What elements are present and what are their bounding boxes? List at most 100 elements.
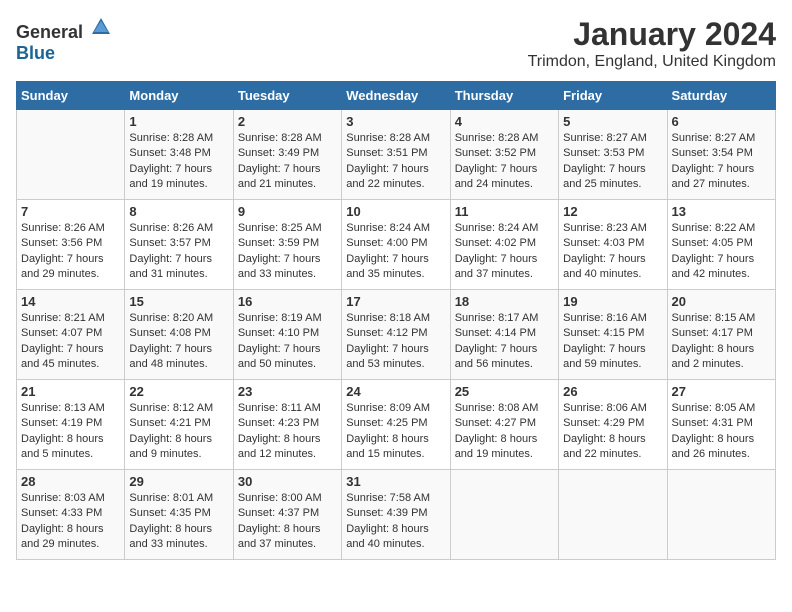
calendar-cell: 22 Sunrise: 8:12 AM Sunset: 4:21 PM Dayli… <box>125 380 233 470</box>
cell-info: Sunrise: 8:01 AM Sunset: 4:35 PM Dayligh… <box>129 491 228 553</box>
calendar-cell: 29 Sunrise: 8:01 AM Sunset: 4:35 PM Dayli… <box>125 470 233 560</box>
day-number: 15 <box>129 294 228 309</box>
logo-blue: Blue <box>16 43 55 63</box>
cell-info: Sunrise: 8:22 AM Sunset: 4:05 PM Dayligh… <box>672 221 771 283</box>
calendar-cell <box>559 470 667 560</box>
title-area: January 2024 Trimdon, England, United Ki… <box>528 16 776 71</box>
header-friday: Friday <box>559 82 667 110</box>
cell-info: Sunrise: 8:05 AM Sunset: 4:31 PM Dayligh… <box>672 401 771 463</box>
header-thursday: Thursday <box>450 82 558 110</box>
cell-info: Sunrise: 8:24 AM Sunset: 4:00 PM Dayligh… <box>346 221 445 283</box>
header-saturday: Saturday <box>667 82 775 110</box>
calendar-week-row: 21 Sunrise: 8:13 AM Sunset: 4:19 PM Dayli… <box>17 380 776 470</box>
calendar-cell: 9 Sunrise: 8:25 AM Sunset: 3:59 PM Daylig… <box>233 200 341 290</box>
header-wednesday: Wednesday <box>342 82 450 110</box>
cell-info: Sunrise: 8:28 AM Sunset: 3:48 PM Dayligh… <box>129 131 228 193</box>
calendar-cell: 27 Sunrise: 8:05 AM Sunset: 4:31 PM Dayli… <box>667 380 775 470</box>
cell-info: Sunrise: 8:27 AM Sunset: 3:53 PM Dayligh… <box>563 131 662 193</box>
calendar-cell: 21 Sunrise: 8:13 AM Sunset: 4:19 PM Dayli… <box>17 380 125 470</box>
day-number: 25 <box>455 384 554 399</box>
calendar-cell: 28 Sunrise: 8:03 AM Sunset: 4:33 PM Dayli… <box>17 470 125 560</box>
cell-info: Sunrise: 8:24 AM Sunset: 4:02 PM Dayligh… <box>455 221 554 283</box>
calendar-cell: 3Sunrise: 8:28 AM Sunset: 3:51 PM Daylig… <box>342 110 450 200</box>
cell-info: Sunrise: 7:58 AM Sunset: 4:39 PM Dayligh… <box>346 491 445 553</box>
day-number: 5 <box>563 114 662 129</box>
day-number: 20 <box>672 294 771 309</box>
cell-info: Sunrise: 8:21 AM Sunset: 4:07 PM Dayligh… <box>21 311 120 373</box>
header: General Blue January 2024 Trimdon, Engla… <box>16 16 776 71</box>
cell-info: Sunrise: 8:26 AM Sunset: 3:56 PM Dayligh… <box>21 221 120 283</box>
day-number: 8 <box>129 204 228 219</box>
header-monday: Monday <box>125 82 233 110</box>
cell-info: Sunrise: 8:25 AM Sunset: 3:59 PM Dayligh… <box>238 221 337 283</box>
calendar-cell: 16 Sunrise: 8:19 AM Sunset: 4:10 PM Dayli… <box>233 290 341 380</box>
day-number: 1 <box>129 114 228 129</box>
cell-info: Sunrise: 8:20 AM Sunset: 4:08 PM Dayligh… <box>129 311 228 373</box>
calendar-cell: 23Sunrise: 8:11 AM Sunset: 4:23 PM Dayli… <box>233 380 341 470</box>
day-number: 24 <box>346 384 445 399</box>
calendar-cell: 5 Sunrise: 8:27 AM Sunset: 3:53 PM Daylig… <box>559 110 667 200</box>
month-title: January 2024 <box>528 16 776 53</box>
calendar-week-row: 14 Sunrise: 8:21 AM Sunset: 4:07 PM Dayli… <box>17 290 776 380</box>
header-tuesday: Tuesday <box>233 82 341 110</box>
day-number: 19 <box>563 294 662 309</box>
day-number: 21 <box>21 384 120 399</box>
calendar-table: SundayMondayTuesdayWednesdayThursdayFrid… <box>16 81 776 560</box>
calendar-cell: 14 Sunrise: 8:21 AM Sunset: 4:07 PM Dayli… <box>17 290 125 380</box>
day-number: 31 <box>346 474 445 489</box>
day-number: 26 <box>563 384 662 399</box>
calendar-cell: 20Sunrise: 8:15 AM Sunset: 4:17 PM Dayli… <box>667 290 775 380</box>
day-number: 27 <box>672 384 771 399</box>
day-number: 16 <box>238 294 337 309</box>
day-number: 3 <box>346 114 445 129</box>
calendar-cell <box>667 470 775 560</box>
cell-info: Sunrise: 8:28 AM Sunset: 3:52 PM Dayligh… <box>455 131 554 193</box>
day-number: 10 <box>346 204 445 219</box>
location-title: Trimdon, England, United Kingdom <box>528 53 776 71</box>
calendar-cell <box>17 110 125 200</box>
calendar-cell: 10 Sunrise: 8:24 AM Sunset: 4:00 PM Dayli… <box>342 200 450 290</box>
cell-info: Sunrise: 8:27 AM Sunset: 3:54 PM Dayligh… <box>672 131 771 193</box>
calendar-cell: 4 Sunrise: 8:28 AM Sunset: 3:52 PM Daylig… <box>450 110 558 200</box>
day-number: 13 <box>672 204 771 219</box>
cell-info: Sunrise: 8:12 AM Sunset: 4:21 PM Dayligh… <box>129 401 228 463</box>
calendar-cell: 7Sunrise: 8:26 AM Sunset: 3:56 PM Daylig… <box>17 200 125 290</box>
cell-info: Sunrise: 8:18 AM Sunset: 4:12 PM Dayligh… <box>346 311 445 373</box>
day-number: 22 <box>129 384 228 399</box>
day-number: 9 <box>238 204 337 219</box>
day-number: 29 <box>129 474 228 489</box>
calendar-cell: 19 Sunrise: 8:16 AM Sunset: 4:15 PM Dayli… <box>559 290 667 380</box>
calendar-week-row: 7Sunrise: 8:26 AM Sunset: 3:56 PM Daylig… <box>17 200 776 290</box>
calendar-cell: 26Sunrise: 8:06 AM Sunset: 4:29 PM Dayli… <box>559 380 667 470</box>
calendar-week-row: 28 Sunrise: 8:03 AM Sunset: 4:33 PM Dayli… <box>17 470 776 560</box>
cell-info: Sunrise: 8:00 AM Sunset: 4:37 PM Dayligh… <box>238 491 337 553</box>
calendar-cell: 30Sunrise: 8:00 AM Sunset: 4:37 PM Dayli… <box>233 470 341 560</box>
header-row: SundayMondayTuesdayWednesdayThursdayFrid… <box>17 82 776 110</box>
header-sunday: Sunday <box>17 82 125 110</box>
cell-info: Sunrise: 8:13 AM Sunset: 4:19 PM Dayligh… <box>21 401 120 463</box>
day-number: 6 <box>672 114 771 129</box>
cell-info: Sunrise: 8:16 AM Sunset: 4:15 PM Dayligh… <box>563 311 662 373</box>
day-number: 17 <box>346 294 445 309</box>
day-number: 2 <box>238 114 337 129</box>
cell-info: Sunrise: 8:17 AM Sunset: 4:14 PM Dayligh… <box>455 311 554 373</box>
cell-info: Sunrise: 8:19 AM Sunset: 4:10 PM Dayligh… <box>238 311 337 373</box>
calendar-cell: 8Sunrise: 8:26 AM Sunset: 3:57 PM Daylig… <box>125 200 233 290</box>
day-number: 11 <box>455 204 554 219</box>
cell-info: Sunrise: 8:23 AM Sunset: 4:03 PM Dayligh… <box>563 221 662 283</box>
calendar-cell: 25Sunrise: 8:08 AM Sunset: 4:27 PM Dayli… <box>450 380 558 470</box>
cell-info: Sunrise: 8:03 AM Sunset: 4:33 PM Dayligh… <box>21 491 120 553</box>
day-number: 14 <box>21 294 120 309</box>
logo-icon <box>90 16 112 38</box>
calendar-cell: 12Sunrise: 8:23 AM Sunset: 4:03 PM Dayli… <box>559 200 667 290</box>
day-number: 18 <box>455 294 554 309</box>
calendar-cell: 2 Sunrise: 8:28 AM Sunset: 3:49 PM Daylig… <box>233 110 341 200</box>
cell-info: Sunrise: 8:28 AM Sunset: 3:49 PM Dayligh… <box>238 131 337 193</box>
calendar-cell: 17 Sunrise: 8:18 AM Sunset: 4:12 PM Dayli… <box>342 290 450 380</box>
calendar-cell: 15 Sunrise: 8:20 AM Sunset: 4:08 PM Dayli… <box>125 290 233 380</box>
calendar-cell: 6 Sunrise: 8:27 AM Sunset: 3:54 PM Daylig… <box>667 110 775 200</box>
day-number: 4 <box>455 114 554 129</box>
calendar-cell <box>450 470 558 560</box>
logo-text: General Blue <box>16 16 112 64</box>
day-number: 28 <box>21 474 120 489</box>
